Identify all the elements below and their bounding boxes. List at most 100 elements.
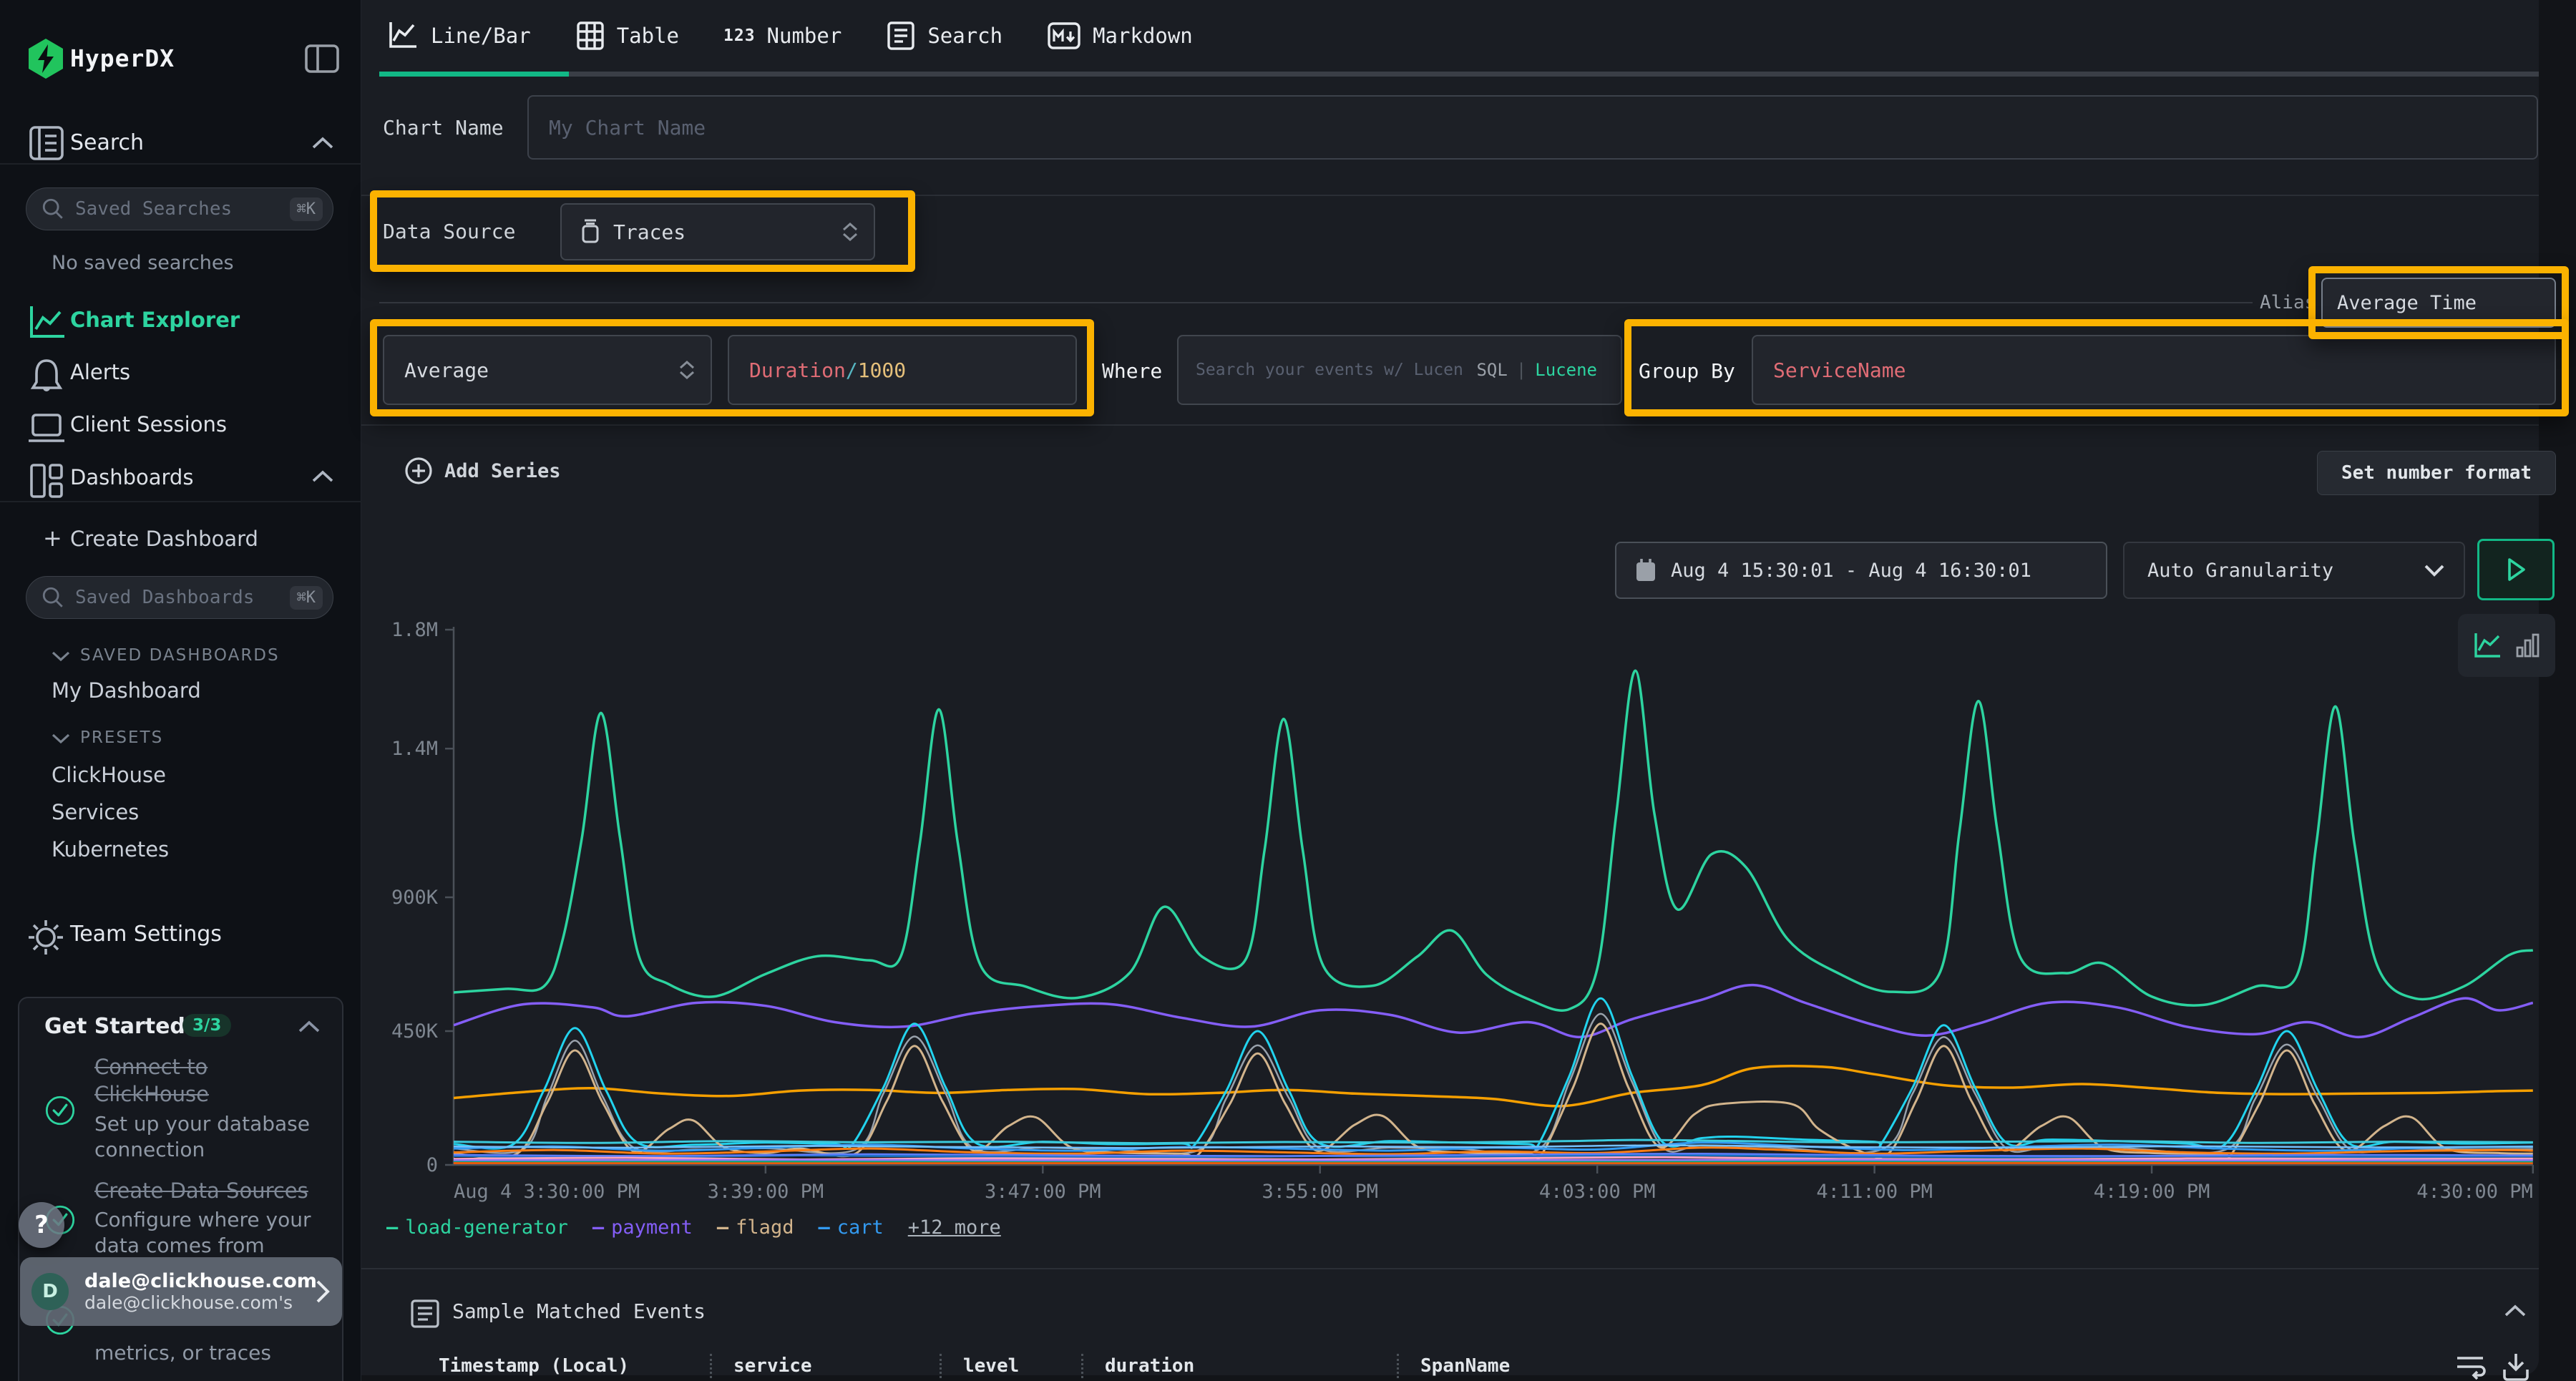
chevron-down-icon[interactable] bbox=[50, 732, 72, 745]
alias-input[interactable] bbox=[2321, 278, 2556, 328]
svg-text:450K: 450K bbox=[391, 1020, 439, 1043]
legend-more-link[interactable]: +12 more bbox=[908, 1216, 1001, 1239]
saved-dashboards-placeholder: Saved Dashboards bbox=[75, 587, 290, 608]
aggregation-value: Average bbox=[404, 358, 489, 382]
expression-field: Duration bbox=[749, 358, 846, 382]
group-by-input[interactable]: ServiceName bbox=[1752, 335, 2556, 405]
series-load-generator bbox=[454, 670, 2533, 1010]
where-label: Where bbox=[1102, 359, 1162, 383]
collapse-panel-chevron-icon[interactable] bbox=[2503, 1304, 2527, 1318]
sidebar: HyperDX Search Saved Searches ⌘K No save… bbox=[0, 0, 361, 1381]
get-started-item-subtitle: Set up your database connection bbox=[94, 1111, 316, 1163]
legend-item-flagd[interactable]: —flagd bbox=[717, 1216, 794, 1239]
tab-line-bar[interactable]: Line/Bar bbox=[386, 21, 531, 51]
sidebar-item-my-dashboard[interactable]: My Dashboard bbox=[52, 678, 201, 703]
user-email: dale@clickhouse.com bbox=[84, 1270, 315, 1292]
column-header-level[interactable]: level bbox=[940, 1354, 1081, 1378]
chevron-down-icon[interactable] bbox=[50, 650, 72, 663]
series-frontend bbox=[454, 1066, 2533, 1106]
column-header-duration[interactable]: duration bbox=[1081, 1354, 1397, 1378]
svg-text:4:03:00 PM: 4:03:00 PM bbox=[1539, 1181, 1656, 1203]
user-subtitle: dale@clickhouse.com's bbox=[84, 1292, 315, 1313]
shortcut-badge: ⌘K bbox=[290, 197, 323, 221]
legend-item-payment[interactable]: —payment bbox=[592, 1216, 693, 1239]
sidebar-item-client-sessions[interactable]: Client Sessions bbox=[70, 412, 227, 436]
svg-text:3:47:00 PM: 3:47:00 PM bbox=[985, 1181, 1101, 1203]
column-header-service[interactable]: service bbox=[710, 1354, 940, 1378]
hyperdx-logo-icon bbox=[26, 37, 65, 80]
line-bar-icon bbox=[386, 21, 419, 51]
plus-circle-icon bbox=[404, 457, 433, 485]
chevron-up-icon[interactable] bbox=[311, 136, 335, 150]
wrap-lines-icon[interactable] bbox=[2453, 1351, 2487, 1381]
chart-explorer-icon bbox=[26, 303, 67, 342]
plus-icon: + bbox=[43, 524, 62, 552]
column-header-spanname[interactable]: SpanName bbox=[1397, 1354, 1826, 1378]
saved-dashboards-input[interactable]: Saved Dashboards ⌘K bbox=[26, 576, 333, 619]
sidebar-item-dashboards[interactable]: Dashboards bbox=[70, 465, 193, 489]
data-source-value: Traces bbox=[613, 220, 686, 244]
tabs-underline bbox=[379, 72, 2539, 77]
sidebar-item-kubernetes[interactable]: Kubernetes bbox=[52, 837, 169, 862]
sidebar-item-services[interactable]: Services bbox=[52, 800, 139, 824]
legend-dash-icon: — bbox=[717, 1216, 728, 1239]
get-started-item-title[interactable]: Create Data Sources bbox=[94, 1177, 331, 1204]
query-language-toggle: SQL | Lucene bbox=[1460, 335, 1611, 405]
sidebar-item-clickhouse[interactable]: ClickHouse bbox=[52, 763, 166, 787]
search-section-icon bbox=[26, 123, 67, 163]
select-updown-icon bbox=[842, 223, 858, 241]
expression-input[interactable]: Duration/1000 bbox=[728, 335, 1077, 405]
lucene-toggle-option[interactable]: Lucene bbox=[1535, 360, 1597, 380]
tab-number[interactable]: 123 Number bbox=[723, 24, 841, 48]
run-query-button[interactable] bbox=[2477, 539, 2555, 600]
chevron-up-icon[interactable] bbox=[311, 469, 335, 484]
client-sessions-laptop-icon bbox=[26, 409, 67, 446]
sidebar-item-alerts[interactable]: Alerts bbox=[70, 360, 130, 384]
saved-searches-input[interactable]: Saved Searches ⌘K bbox=[26, 187, 333, 230]
download-icon[interactable] bbox=[2499, 1350, 2533, 1381]
set-number-format-button[interactable]: Set number format bbox=[2317, 451, 2556, 495]
tab-search[interactable]: Search bbox=[886, 20, 1002, 52]
get-started-title: Get Started bbox=[44, 1014, 185, 1039]
chart-legend: —load-generator —payment —flagd —cart +12 mo… bbox=[386, 1216, 1001, 1239]
time-range-picker[interactable]: Aug 4 15:30:01 - Aug 4 16:30:01 bbox=[1615, 542, 2107, 599]
table-icon bbox=[575, 20, 605, 52]
markdown-icon bbox=[1047, 20, 1081, 52]
legend-item-cart[interactable]: —cart bbox=[818, 1216, 883, 1239]
saved-dashboards-header[interactable]: SAVED DASHBOARDS bbox=[80, 646, 280, 665]
svg-text:Aug 4 3:30:00 PM: Aug 4 3:30:00 PM bbox=[454, 1181, 640, 1203]
timeseries-chart[interactable]: 0450K900K1.4M1.8MAug 4 3:30:00 PM3:39:00… bbox=[386, 621, 2547, 1216]
chevron-up-icon[interactable] bbox=[297, 1020, 321, 1034]
sql-toggle-option[interactable]: SQL bbox=[1476, 360, 1507, 380]
aggregation-select[interactable]: Average bbox=[383, 335, 712, 405]
gear-icon bbox=[26, 917, 66, 957]
shortcut-badge: ⌘K bbox=[290, 586, 323, 610]
data-source-select[interactable]: Traces bbox=[560, 203, 875, 260]
get-started-item-title[interactable]: Connect to ClickHouse bbox=[94, 1053, 270, 1108]
granularity-select[interactable]: Auto Granularity bbox=[2123, 542, 2465, 599]
sidebar-item-chart-explorer[interactable]: Chart Explorer bbox=[70, 308, 240, 332]
tab-markdown[interactable]: Markdown bbox=[1047, 20, 1193, 52]
sidebar-item-team-settings[interactable]: Team Settings bbox=[70, 922, 222, 947]
sidebar-section-search[interactable]: Search bbox=[70, 130, 144, 155]
alias-connector-line bbox=[379, 302, 2253, 303]
legend-item-load-generator[interactable]: —load-generator bbox=[386, 1216, 568, 1239]
help-button[interactable]: ? bbox=[19, 1202, 64, 1248]
tab-table[interactable]: Table bbox=[575, 20, 679, 52]
create-dashboard-button[interactable]: Create Dashboard bbox=[70, 527, 258, 551]
alias-label: Alias bbox=[2260, 292, 2316, 313]
chevron-down-icon bbox=[2424, 564, 2445, 577]
collapse-sidebar-icon[interactable] bbox=[303, 42, 341, 76]
column-header-timestamp[interactable]: Timestamp (Local) bbox=[439, 1354, 710, 1378]
get-started-item-subtitle-partial: metrics, or traces bbox=[94, 1340, 316, 1366]
legend-dash-icon: — bbox=[386, 1216, 398, 1239]
legend-dash-icon: — bbox=[592, 1216, 604, 1239]
user-menu[interactable]: D dale@clickhouse.com dale@clickhouse.co… bbox=[20, 1257, 342, 1326]
data-source-label: Data Source bbox=[383, 220, 515, 243]
select-updown-icon bbox=[679, 361, 695, 379]
presets-header[interactable]: PRESETS bbox=[80, 728, 163, 747]
add-series-button[interactable]: Add Series bbox=[404, 457, 561, 485]
search-list-icon bbox=[886, 20, 916, 52]
sample-events-title: Sample Matched Events bbox=[452, 1299, 706, 1323]
chart-name-input[interactable] bbox=[527, 95, 2538, 160]
